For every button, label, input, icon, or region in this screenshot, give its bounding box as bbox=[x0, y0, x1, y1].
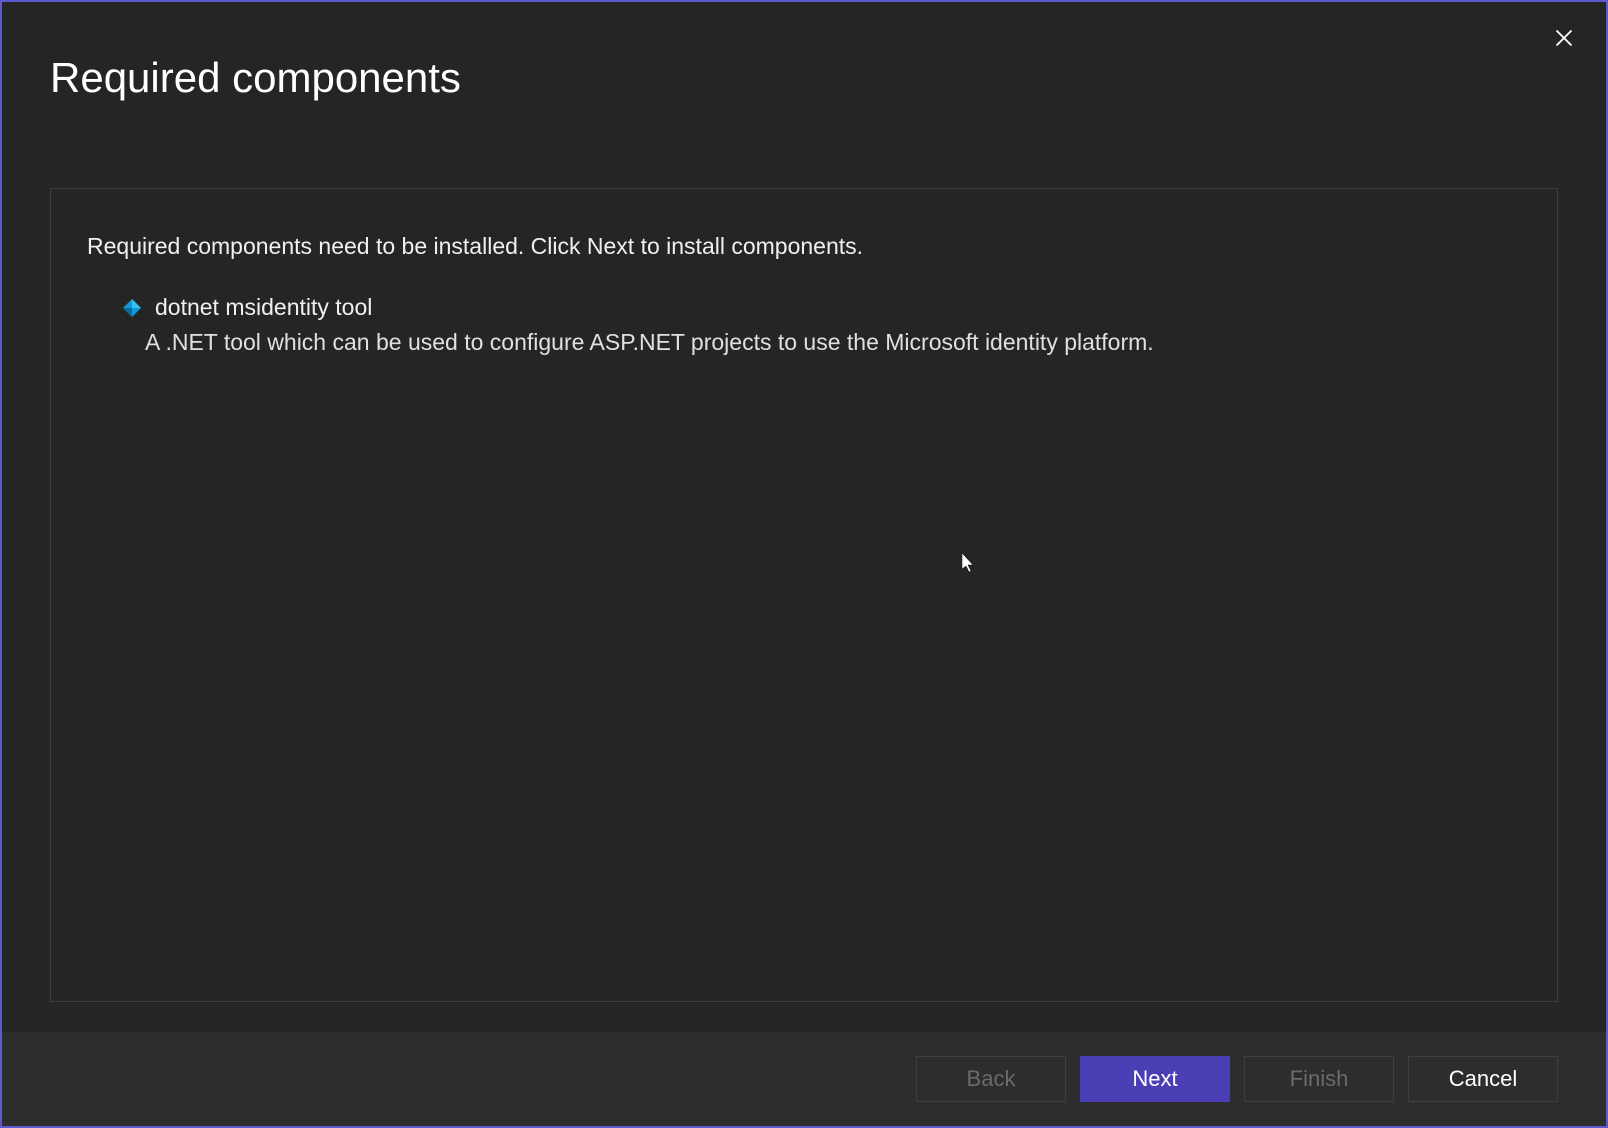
finish-button[interactable]: Finish bbox=[1244, 1056, 1394, 1102]
component-header: dotnet msidentity tool bbox=[121, 294, 1521, 321]
cancel-button[interactable]: Cancel bbox=[1408, 1056, 1558, 1102]
instruction-text: Required components need to be installed… bbox=[87, 233, 1521, 260]
diamond-icon bbox=[121, 297, 143, 319]
footer-bar: Back Next Finish Cancel bbox=[2, 1032, 1606, 1126]
content-frame: Required components need to be installed… bbox=[50, 188, 1558, 1002]
close-button[interactable] bbox=[1546, 20, 1582, 56]
component-item: dotnet msidentity tool A .NET tool which… bbox=[87, 294, 1521, 356]
dialog-window: Required components Required components … bbox=[0, 0, 1608, 1128]
next-button[interactable]: Next bbox=[1080, 1056, 1230, 1102]
close-icon bbox=[1554, 28, 1574, 48]
component-name: dotnet msidentity tool bbox=[155, 294, 372, 321]
back-button[interactable]: Back bbox=[916, 1056, 1066, 1102]
component-description: A .NET tool which can be used to configu… bbox=[121, 329, 1521, 356]
dialog-title: Required components bbox=[2, 2, 1606, 132]
